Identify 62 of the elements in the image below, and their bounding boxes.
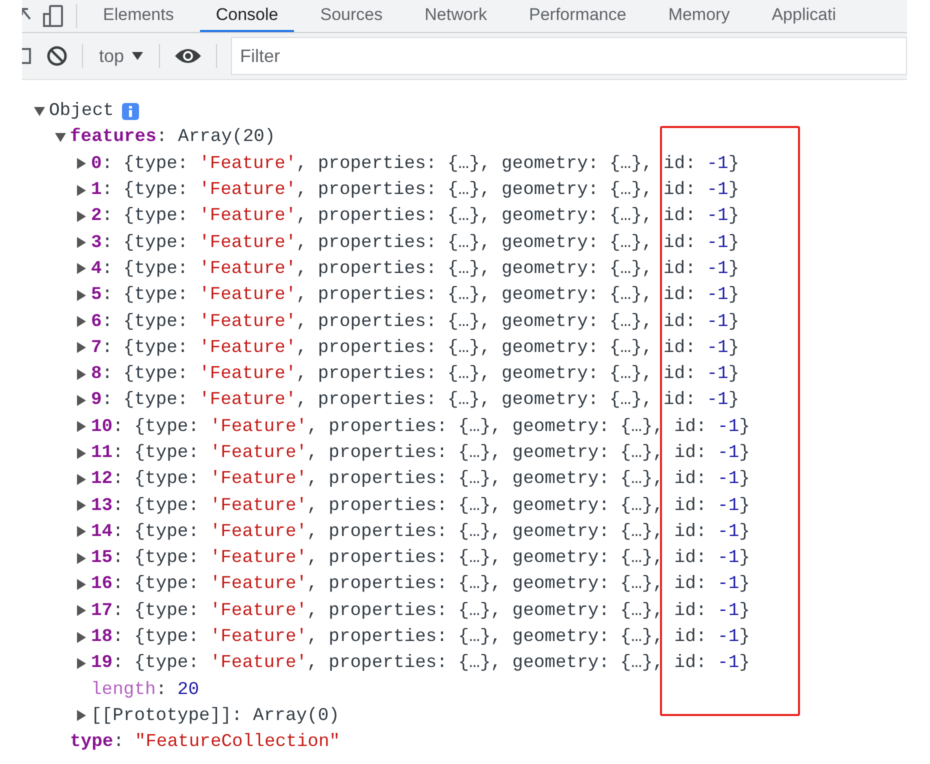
console-entry: 5: {type: 'Feature', properties: {…}, geometry: {…}, id: -1}: [91, 285, 740, 306]
console-entry: 1: {type: 'Feature', properties: {…}, geometry: {…}, id: -1}: [91, 180, 740, 200]
console-entry: 16: {type: 'Feature', properties: {…}, geometry: {…}, id: -1}: [91, 574, 750, 594]
panel-tab[interactable]: Performance: [512, 0, 642, 32]
expand-toggle-icon[interactable]: [76, 342, 87, 354]
console-entry: [[Prototype]]: Array(0): [91, 706, 340, 726]
console-entry: 14: {type: 'Feature', properties: {…}, geometry: {…}, id: -1}: [91, 522, 750, 542]
context-dropdown[interactable]: top: [97, 46, 146, 66]
info-icon[interactable]: [122, 102, 139, 120]
expand-toggle-icon[interactable]: [76, 421, 87, 432]
expand-toggle-icon[interactable]: [34, 106, 45, 117]
expand-toggle-icon[interactable]: [76, 290, 87, 301]
clear-icon[interactable]: [46, 45, 68, 67]
console-entry: 13: {type: 'Feature', properties: {…}, geometry: {…}, id: -1}: [91, 496, 750, 516]
console-entry: 7: {type: 'Feature', properties: {…}, geometry: {…}, id: -1}: [91, 338, 740, 358]
expand-toggle-icon[interactable]: [76, 263, 87, 274]
console-entry: 6: {type: 'Feature', properties: {…}, geometry: {…}, id: -1}: [91, 312, 740, 332]
console-entry: 4: {type: 'Feature', properties: {…}, geometry: {…}, id: -1}: [91, 258, 740, 279]
console-entry: length: 20: [91, 680, 200, 700]
panel-tab[interactable]: Applicati: [756, 0, 852, 32]
console-entry: 15: {type: 'Feature', properties: {…}, geometry: {…}, id: -1}: [91, 548, 750, 568]
console-entry: 8: {type: 'Feature', properties: {…}, geometry: {…}, id: -1}: [91, 364, 740, 384]
expand-toggle-icon[interactable]: [76, 526, 87, 538]
expand-toggle-icon[interactable]: [76, 368, 87, 380]
console-entry: 9: {type: 'Feature', properties: {…}, geometry: {…}, id: -1}: [91, 390, 740, 410]
device-icon[interactable]: [42, 4, 66, 28]
expand-toggle-icon[interactable]: [76, 552, 87, 564]
panel-tab[interactable]: Network: [408, 0, 503, 32]
expand-toggle-icon[interactable]: [76, 158, 87, 170]
console-entry: 11: {type: 'Feature', properties: {…}, geometry: {…}, id: -1}: [91, 443, 750, 463]
console-entry: 0: {type: 'Feature', properties: {…}, geometry: {…}, id: -1}: [91, 154, 740, 174]
console-entry: 19: {type: 'Feature', properties: {…}, geometry: {…}, id: -1}: [91, 653, 750, 674]
panel-tab[interactable]: Memory: [652, 0, 746, 32]
expand-toggle-icon[interactable]: [76, 605, 87, 616]
console-entry: type: "FeatureCollection": [70, 732, 340, 752]
expand-toggle-icon[interactable]: [76, 632, 87, 643]
expand-toggle-icon[interactable]: [76, 658, 87, 669]
expand-toggle-icon[interactable]: [76, 578, 87, 590]
expand-toggle-icon[interactable]: [76, 210, 87, 222]
expand-toggle-icon[interactable]: [76, 237, 87, 248]
eye-icon[interactable]: [174, 47, 202, 65]
console-entry: 3: {type: 'Feature', properties: {…}, geometry: {…}, id: -1}: [91, 232, 740, 253]
expand-toggle-icon[interactable]: [76, 316, 87, 328]
console-entry: 12: {type: 'Feature', properties: {…}, geometry: {…}, id: -1}: [91, 469, 750, 490]
console-entry: 17: {type: 'Feature', properties: {…}, geometry: {…}, id: -1}: [91, 600, 750, 621]
console-entry: 18: {type: 'Feature', properties: {…}, geometry: {…}, id: -1}: [91, 627, 750, 648]
console-entry: Object: [49, 101, 114, 122]
sidebar-icon[interactable]: [22, 46, 32, 66]
expand-toggle-icon[interactable]: [76, 448, 87, 458]
expand-toggle-icon[interactable]: [76, 184, 87, 196]
expand-toggle-icon[interactable]: [76, 394, 87, 406]
expand-toggle-icon[interactable]: [76, 710, 87, 722]
panel-tab[interactable]: Elements: [87, 0, 190, 32]
expand-toggle-icon[interactable]: [76, 500, 87, 512]
caret-icon: [132, 52, 144, 60]
console-entry: features: Array(20): [70, 127, 276, 148]
console-entry: 2: {type: 'Feature', properties: {…}, geometry: {…}, id: -1}: [91, 206, 740, 226]
panel-tab[interactable]: Sources: [304, 0, 399, 32]
console-entry: 10: {type: 'Feature', properties: {…}, geometry: {…}, id: -1}: [91, 416, 750, 437]
expand-toggle-icon[interactable]: [76, 474, 87, 485]
filter-field[interactable]: Filter: [231, 37, 907, 75]
expand-toggle-icon[interactable]: [55, 132, 66, 143]
